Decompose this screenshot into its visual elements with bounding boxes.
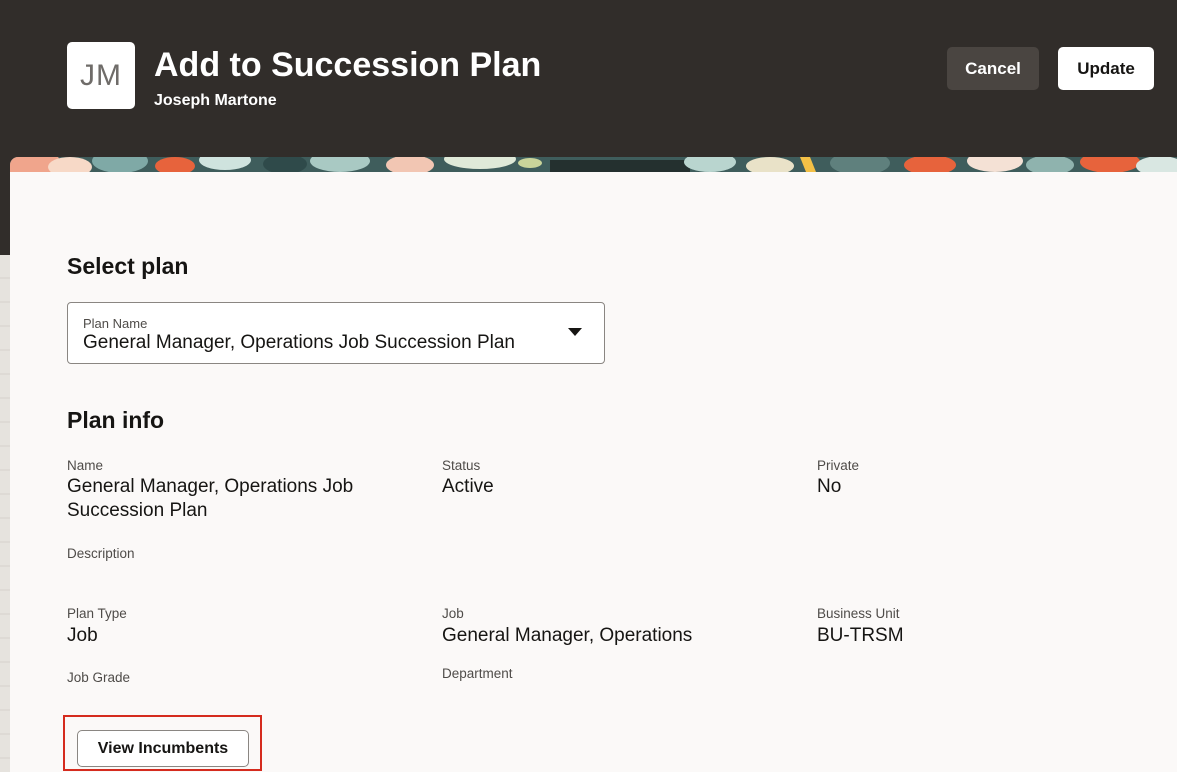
decorative-banner bbox=[10, 157, 1177, 172]
name-value: General Manager, Operations Job Successi… bbox=[67, 475, 353, 523]
plan-name-select[interactable]: Plan Name General Manager, Operations Jo… bbox=[67, 302, 605, 364]
status-value: Active bbox=[442, 476, 494, 497]
update-button[interactable]: Update bbox=[1058, 47, 1154, 90]
business-unit-label: Business Unit bbox=[817, 606, 900, 621]
description-label: Description bbox=[67, 546, 135, 561]
department-label: Department bbox=[442, 666, 513, 681]
view-incumbents-button[interactable]: View Incumbents bbox=[77, 730, 249, 767]
person-name: Joseph Martone bbox=[154, 92, 277, 109]
plan-type-label: Plan Type bbox=[67, 606, 127, 621]
status-label: Status bbox=[442, 458, 481, 473]
name-label: Name bbox=[67, 458, 104, 473]
plan-name-label: Plan Name bbox=[83, 316, 148, 331]
select-plan-heading: Select plan bbox=[67, 253, 189, 279]
plan-name-value: General Manager, Operations Job Successi… bbox=[83, 332, 515, 353]
name-value-line-2: Succession Plan bbox=[67, 500, 208, 521]
chevron-down-icon[interactable] bbox=[568, 328, 582, 336]
private-value: No bbox=[817, 476, 842, 497]
drawer-panel: Select plan Plan Name General Manager, O… bbox=[10, 157, 1177, 772]
private-label: Private bbox=[817, 458, 860, 473]
plan-info-heading: Plan info bbox=[67, 407, 165, 433]
name-value-line-1: General Manager, Operations Job bbox=[67, 476, 354, 497]
job-grade-label: Job Grade bbox=[67, 670, 131, 685]
cancel-button[interactable]: Cancel bbox=[947, 47, 1039, 90]
job-value: General Manager, Operations bbox=[442, 625, 693, 646]
job-label: Job bbox=[442, 606, 464, 621]
background-page-edge bbox=[0, 255, 10, 772]
plan-type-value: Job bbox=[67, 625, 98, 646]
page-title: Add to Succession Plan bbox=[154, 46, 542, 84]
avatar: JM bbox=[67, 42, 135, 109]
business-unit-value: BU-TRSM bbox=[817, 625, 904, 646]
page: JM Add to Succession Plan Joseph Martone… bbox=[0, 0, 1177, 772]
